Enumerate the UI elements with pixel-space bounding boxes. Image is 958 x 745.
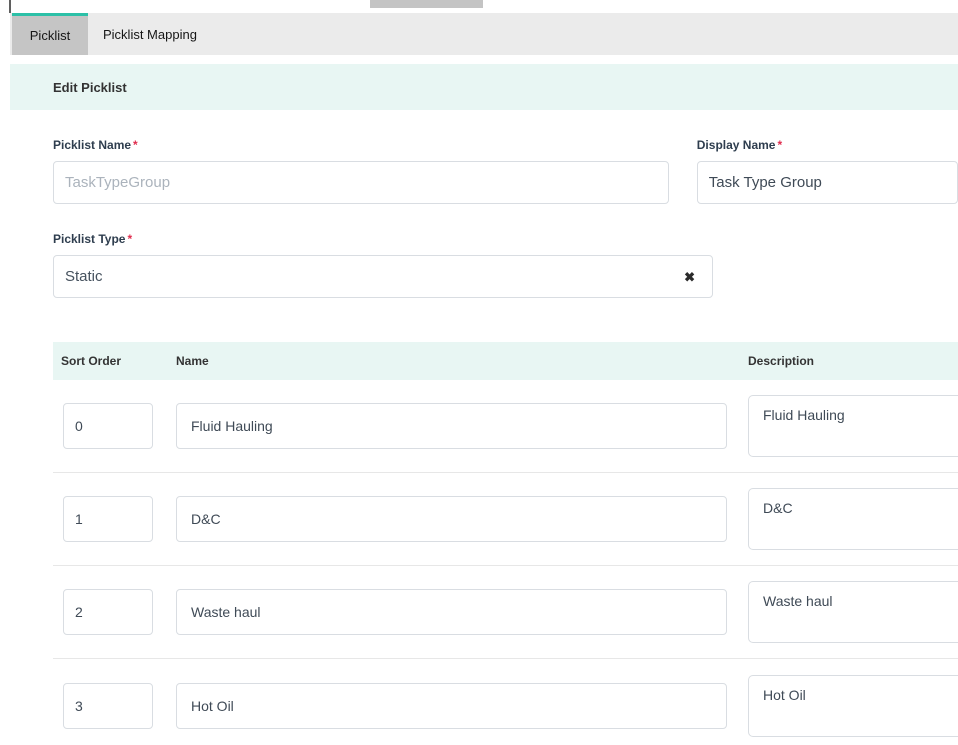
display-name-field: Display Name* [697, 138, 958, 204]
header-description: Description [748, 354, 958, 368]
header-sort-order: Sort Order [53, 354, 176, 368]
edit-picklist-form: Picklist Name* Display Name* Picklist Ty… [10, 138, 958, 298]
page-root: Picklist Picklist Mapping Edit Picklist … [10, 13, 958, 745]
tab-picklist-mapping[interactable]: Picklist Mapping [88, 13, 212, 55]
sort-order-input[interactable] [63, 683, 153, 729]
sort-order-input[interactable] [63, 403, 153, 449]
name-input[interactable] [176, 496, 727, 542]
display-name-input[interactable] [697, 161, 958, 204]
tab-picklist[interactable]: Picklist [12, 13, 88, 55]
description-textarea[interactable]: Waste haul [748, 581, 958, 643]
description-textarea[interactable]: D&C [748, 488, 958, 550]
display-name-label: Display Name* [697, 138, 958, 152]
required-asterisk: * [777, 138, 782, 152]
picklist-type-value: Static [65, 268, 103, 285]
picklist-type-select[interactable]: Static ✖ [53, 255, 713, 298]
picklist-type-field: Picklist Type* Static ✖ [53, 232, 713, 298]
picklist-values-table: Sort Order Name Description Fluid Haulin… [53, 342, 958, 745]
description-textarea[interactable]: Hot Oil [748, 675, 958, 737]
table-row: Waste haul [53, 566, 958, 659]
tab-picklist-mapping-label: Picklist Mapping [103, 27, 197, 42]
picklist-type-label: Picklist Type* [53, 232, 713, 246]
picklist-name-label: Picklist Name* [53, 138, 669, 152]
required-asterisk: * [127, 232, 132, 246]
name-input[interactable] [176, 403, 727, 449]
table-row: D&C [53, 473, 958, 566]
table-row: Hot Oil [53, 659, 958, 745]
tab-picklist-label: Picklist [30, 28, 70, 43]
top-gray-fragment [370, 0, 483, 8]
picklist-name-field: Picklist Name* [53, 138, 669, 204]
page-title: Edit Picklist [53, 80, 127, 95]
name-input[interactable] [176, 683, 727, 729]
description-textarea[interactable]: Fluid Hauling [748, 395, 958, 457]
header-name: Name [176, 354, 748, 368]
table-row: Fluid Hauling [53, 380, 958, 473]
clear-icon[interactable]: ✖ [684, 270, 695, 283]
sort-order-input[interactable] [63, 589, 153, 635]
required-asterisk: * [133, 138, 138, 152]
sort-order-input[interactable] [63, 496, 153, 542]
name-input[interactable] [176, 589, 727, 635]
top-strip [0, 0, 958, 13]
top-edge-fragment [9, 0, 11, 13]
table-header-row: Sort Order Name Description [53, 342, 958, 380]
tab-bar: Picklist Picklist Mapping [10, 13, 958, 55]
section-header: Edit Picklist [10, 64, 958, 110]
picklist-name-input[interactable] [53, 161, 669, 204]
